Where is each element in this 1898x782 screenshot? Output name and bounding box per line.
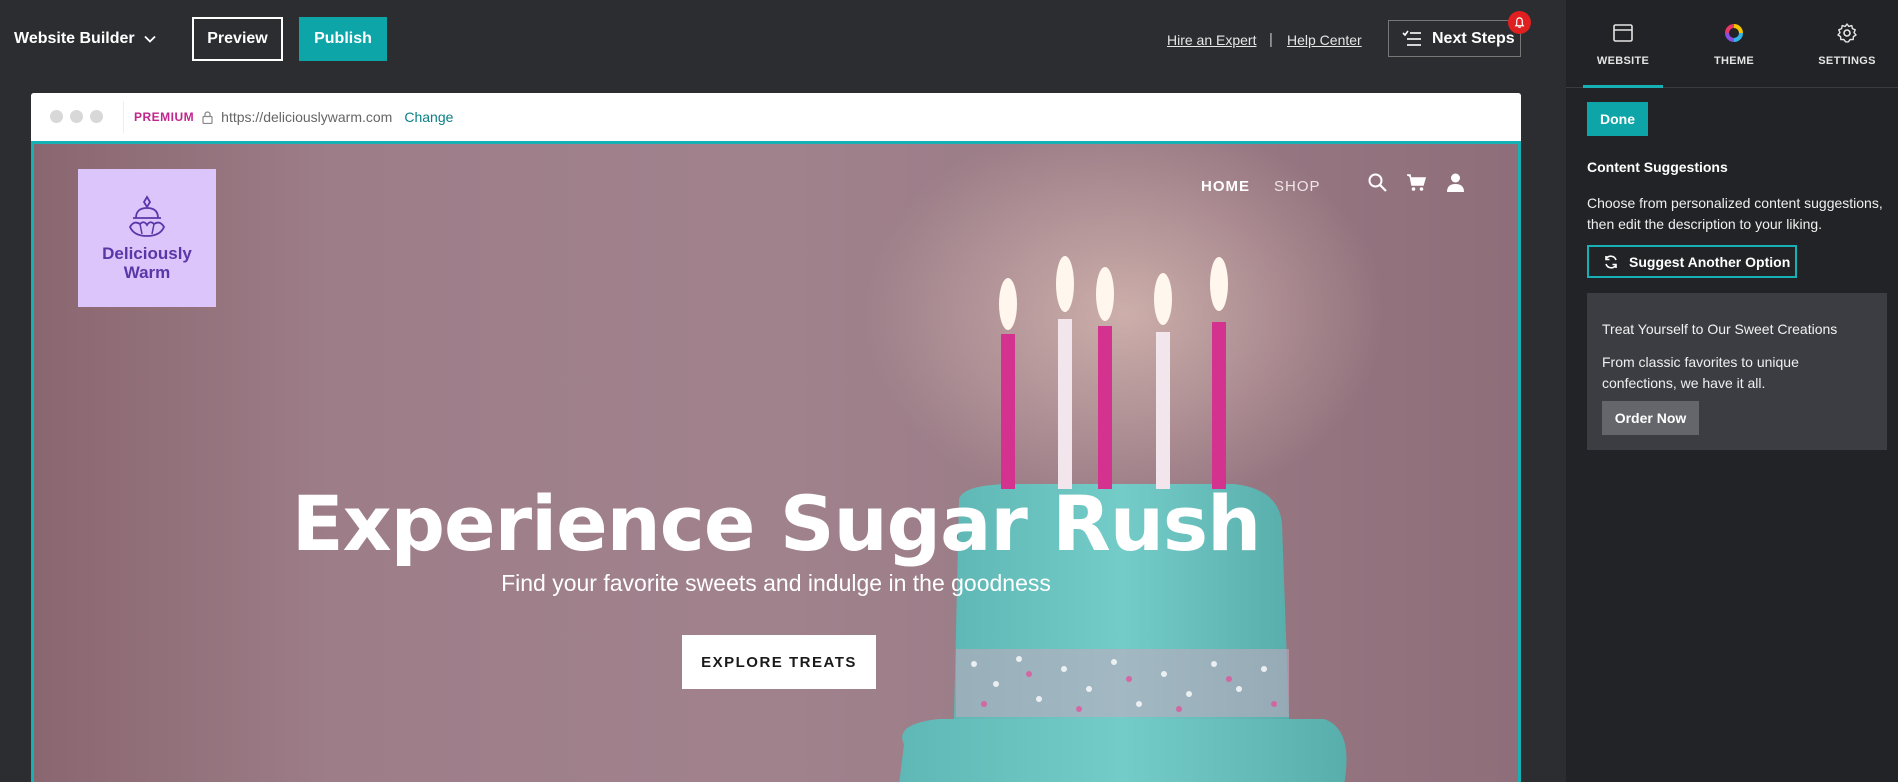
site-preview-frame: PREMIUM https://deliciouslywarm.com Chan… xyxy=(31,93,1521,782)
suggest-label: Suggest Another Option xyxy=(1629,253,1791,270)
browser-window-icon xyxy=(1613,24,1633,42)
change-domain-link[interactable]: Change xyxy=(404,109,453,125)
refresh-icon xyxy=(1605,254,1617,269)
next-steps-label: Next Steps xyxy=(1432,29,1515,47)
site-nav-home[interactable]: HOME xyxy=(1201,178,1250,195)
website-builder-menu[interactable]: Website Builder xyxy=(14,30,157,48)
url-field: PREMIUM https://deliciouslywarm.com Chan… xyxy=(123,101,1513,133)
help-center-link[interactable]: Help Center xyxy=(1287,32,1362,48)
suggest-another-option-button[interactable]: Suggest Another Option xyxy=(1587,245,1797,278)
suggestion-card[interactable]: Treat Yourself to Our Sweet Creations Fr… xyxy=(1587,293,1887,450)
search-icon[interactable] xyxy=(1367,172,1388,193)
checklist-icon xyxy=(1402,30,1421,46)
hero-section[interactable]: Deliciously Warm HOME SHOP Experience Su… xyxy=(31,141,1521,782)
explore-treats-button[interactable]: EXPLORE TREATS xyxy=(682,635,876,689)
done-button[interactable]: Done xyxy=(1587,102,1648,136)
site-url: https://deliciouslywarm.com xyxy=(221,109,393,125)
top-bar: Website Builder Preview Publish Hire an … xyxy=(0,0,1566,80)
site-nav: HOME SHOP xyxy=(1201,178,1321,195)
tab-website-label: WEBSITE xyxy=(1596,55,1650,67)
site-header-icons xyxy=(1367,172,1466,193)
gear-icon xyxy=(1837,23,1857,43)
lock-icon xyxy=(202,110,213,124)
browser-url-bar: PREMIUM https://deliciouslywarm.com Chan… xyxy=(31,93,1521,141)
panel-tabs: WEBSITE THEME SETTINGS xyxy=(1566,0,1898,88)
publish-button[interactable]: Publish xyxy=(299,17,387,61)
tab-website[interactable]: WEBSITE xyxy=(1583,0,1663,88)
notification-badge[interactable] xyxy=(1508,11,1531,34)
cupcake-croissant-icon xyxy=(128,195,166,237)
preview-button[interactable]: Preview xyxy=(192,17,283,61)
tab-settings[interactable]: SETTINGS xyxy=(1807,0,1887,88)
site-logo[interactable]: Deliciously Warm xyxy=(78,169,216,307)
tab-theme[interactable]: THEME xyxy=(1694,0,1774,88)
tab-theme-label: THEME xyxy=(1714,55,1754,67)
content-suggestions-description: Choose from personalized content suggest… xyxy=(1587,195,1883,232)
bell-icon xyxy=(1514,17,1525,28)
tab-settings-label: SETTINGS xyxy=(1818,55,1876,67)
brand-label: Website Builder xyxy=(14,30,135,47)
site-nav-shop[interactable]: SHOP xyxy=(1274,178,1321,195)
logo-text-line2: Warm xyxy=(123,263,171,282)
color-wheel-icon xyxy=(1725,24,1743,42)
window-dot xyxy=(70,110,83,123)
order-now-button[interactable]: Order Now xyxy=(1602,401,1699,435)
logo-text-line1: Deliciously xyxy=(102,244,192,263)
account-icon[interactable] xyxy=(1445,172,1466,193)
chevron-down-icon xyxy=(143,35,156,43)
premium-badge: PREMIUM xyxy=(134,110,195,124)
hire-expert-link[interactable]: Hire an Expert xyxy=(1167,32,1256,48)
window-dot xyxy=(90,110,103,123)
hero-subtitle: Find your favorite sweets and indulge in… xyxy=(501,570,1051,596)
editor-side-panel: WEBSITE THEME SETTINGS Done Content Sugg… xyxy=(1566,0,1898,782)
link-separator: | xyxy=(1269,31,1273,48)
suggestion-description: From classic favorites to unique confect… xyxy=(1602,354,1799,391)
suggestion-title: Treat Yourself to Our Sweet Creations xyxy=(1602,321,1838,337)
content-suggestions-title: Content Suggestions xyxy=(1587,159,1728,175)
hero-title: Experience Sugar Rush xyxy=(291,479,1262,568)
next-steps-button[interactable]: Next Steps xyxy=(1388,20,1521,57)
window-dot xyxy=(50,110,63,123)
cart-icon[interactable] xyxy=(1406,172,1427,193)
logo-text: Deliciously Warm xyxy=(102,244,192,282)
window-dots xyxy=(50,110,103,123)
